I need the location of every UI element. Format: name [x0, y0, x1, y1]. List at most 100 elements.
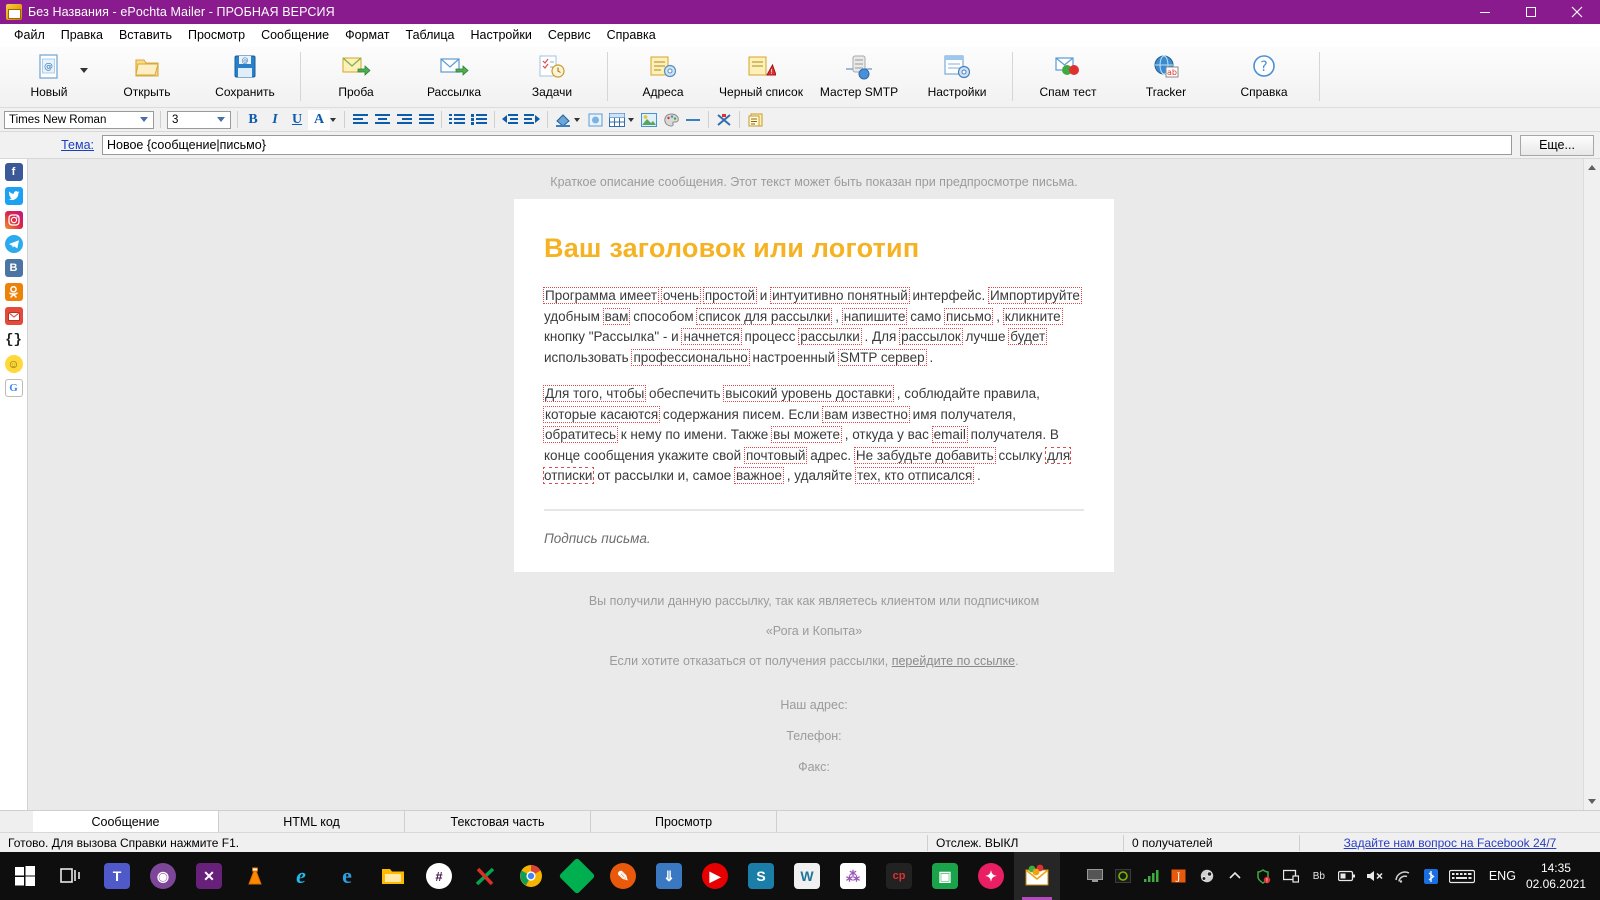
menu-item-file[interactable]: Файл — [6, 26, 53, 44]
antivirus-alert-icon[interactable]: ! — [1249, 852, 1277, 900]
paste-template-button[interactable] — [744, 110, 766, 130]
chevron-down-icon[interactable] — [574, 117, 580, 122]
email-footer[interactable]: Вы получили данную рассылку, так как явл… — [28, 572, 1600, 774]
vk-icon[interactable]: B — [4, 259, 23, 277]
wordpress-icon[interactable]: W — [784, 852, 830, 900]
bold-button[interactable]: B — [242, 110, 264, 130]
chevron-down-icon[interactable] — [628, 117, 634, 122]
more-button[interactable]: Еще... — [1520, 134, 1594, 156]
align-left-button[interactable] — [349, 110, 371, 130]
chevron-down-icon[interactable] — [80, 68, 88, 73]
scroll-up-button[interactable] — [1584, 159, 1600, 176]
menu-item-insert[interactable]: Вставить — [111, 26, 180, 44]
toolbar-button-addresses[interactable]: Адреса — [614, 46, 712, 107]
chevron-up-icon[interactable] — [1221, 852, 1249, 900]
close-button[interactable] — [1554, 0, 1600, 24]
clock[interactable]: 14:35 02.06.2021 — [1526, 860, 1596, 892]
screenpresso-icon[interactable]: S — [738, 852, 784, 900]
toolbar-button-smtp-wizard[interactable]: Мастер SMTP — [810, 46, 908, 107]
language-indicator[interactable]: ENG — [1479, 869, 1526, 883]
network-app-icon[interactable]: ⁂ — [830, 852, 876, 900]
italic-button[interactable]: I — [264, 110, 286, 130]
editor-scrollbar[interactable] — [1583, 159, 1600, 810]
minimize-button[interactable] — [1462, 0, 1508, 24]
message-canvas[interactable]: Краткое описание сообщения. Этот текст м… — [28, 159, 1600, 810]
file-explorer-icon[interactable] — [370, 852, 416, 900]
menu-item-format[interactable]: Формат — [337, 26, 397, 44]
xsplit-icon[interactable] — [462, 852, 508, 900]
indent-button[interactable] — [521, 110, 543, 130]
menu-item-table[interactable]: Таблица — [398, 26, 463, 44]
toolbar-button-tasks[interactable]: Задачи — [503, 46, 601, 107]
google-chrome-icon[interactable] — [508, 852, 554, 900]
tab-html-code[interactable]: HTML код — [219, 811, 405, 832]
media-player-icon[interactable]: ▶ — [692, 852, 738, 900]
volume-muted-icon[interactable] — [1361, 852, 1389, 900]
subject-input[interactable] — [102, 135, 1512, 155]
slack-icon[interactable]: # — [416, 852, 462, 900]
email-signature[interactable]: Подпись письма. — [544, 531, 1084, 546]
unsubscribe-link[interactable]: перейдите по ссылке — [892, 654, 1015, 668]
visual-studio-icon[interactable]: ✕ — [186, 852, 232, 900]
toolbar-button-new[interactable]: @ Новый — [0, 46, 98, 107]
insert-table-button[interactable] — [606, 110, 628, 130]
outdent-button[interactable] — [499, 110, 521, 130]
palette-button[interactable] — [660, 110, 682, 130]
chevron-down-icon[interactable] — [330, 117, 336, 122]
email-paragraph-2[interactable]: Для того, чтобы обеспечить высокий урове… — [542, 384, 1084, 487]
status-support[interactable]: Задайте нам вопрос на Facebook 24/7 — [1300, 833, 1600, 853]
java-icon[interactable]: J — [1165, 852, 1193, 900]
menu-item-message[interactable]: Сообщение — [253, 26, 337, 44]
insert-link-button[interactable] — [584, 110, 606, 130]
display-icon[interactable] — [1277, 852, 1305, 900]
toolbar-button-spam-test[interactable]: Спам тест — [1019, 46, 1117, 107]
tab-message[interactable]: Сообщение — [33, 811, 219, 832]
steam-icon[interactable] — [1193, 852, 1221, 900]
wifi-icon[interactable] — [1389, 852, 1417, 900]
downloads-icon[interactable]: ⇓ — [646, 852, 692, 900]
nvidia-icon[interactable] — [1109, 852, 1137, 900]
font-family-select[interactable]: Times New Roman — [4, 110, 154, 129]
tor-browser-icon[interactable]: ◉ — [140, 852, 186, 900]
twitter-icon[interactable] — [4, 187, 23, 205]
bluetooth-audio-icon[interactable]: Bb — [1305, 852, 1333, 900]
video-app-icon[interactable]: ▣ — [922, 852, 968, 900]
keyboard-icon[interactable] — [1445, 852, 1479, 900]
smiley-icon[interactable]: ☺ — [4, 355, 23, 373]
menu-item-help[interactable]: Справка — [599, 26, 664, 44]
ordered-list-button[interactable] — [446, 110, 468, 130]
telegram-icon[interactable] — [4, 235, 23, 253]
task-view-icon[interactable] — [48, 852, 94, 900]
align-right-button[interactable] — [393, 110, 415, 130]
underline-button[interactable]: U — [286, 110, 308, 130]
clear-format-button[interactable] — [713, 110, 735, 130]
subject-label[interactable]: Тема: — [6, 138, 102, 152]
cp-app-icon[interactable]: cp — [876, 852, 922, 900]
menu-item-view[interactable]: Просмотр — [180, 26, 253, 44]
menu-item-settings[interactable]: Настройки — [463, 26, 540, 44]
vlc-player-icon[interactable] — [232, 852, 278, 900]
odnoklassniki-icon[interactable] — [4, 283, 23, 301]
email-heading[interactable]: Ваш заголовок или логотип — [544, 233, 1084, 264]
orange-app-icon[interactable]: ✎ — [600, 852, 646, 900]
microsoft-teams-icon[interactable]: T — [94, 852, 140, 900]
scroll-down-button[interactable] — [1584, 793, 1600, 810]
email-sheet[interactable]: Ваш заголовок или логотип Программа имее… — [514, 199, 1114, 572]
toolbar-button-tracker[interactable]: ab Tracker — [1117, 46, 1215, 107]
fill-color-button[interactable] — [552, 110, 574, 130]
preheader-text[interactable]: Краткое описание сообщения. Этот текст м… — [28, 159, 1600, 199]
battery-icon[interactable] — [1333, 852, 1361, 900]
toolbar-button-open[interactable]: Открыть — [98, 46, 196, 107]
microsoft-edge-icon[interactable]: e — [324, 852, 370, 900]
start-button-icon[interactable] — [2, 852, 48, 900]
font-color-button[interactable]: A — [308, 109, 330, 130]
insert-image-button[interactable] — [638, 110, 660, 130]
internet-explorer-icon[interactable]: e — [278, 852, 324, 900]
toolbar-button-test-send[interactable]: Проба — [307, 46, 405, 107]
tab-preview[interactable]: Просмотр — [591, 811, 777, 832]
email-paragraph-1[interactable]: Программа имеет очень простой и интуитив… — [542, 286, 1084, 368]
instagram-icon[interactable] — [4, 211, 23, 229]
green-app-icon[interactable] — [554, 852, 600, 900]
email-icon[interactable] — [4, 307, 23, 325]
toolbar-button-blacklist[interactable]: ! Черный список — [712, 46, 810, 107]
